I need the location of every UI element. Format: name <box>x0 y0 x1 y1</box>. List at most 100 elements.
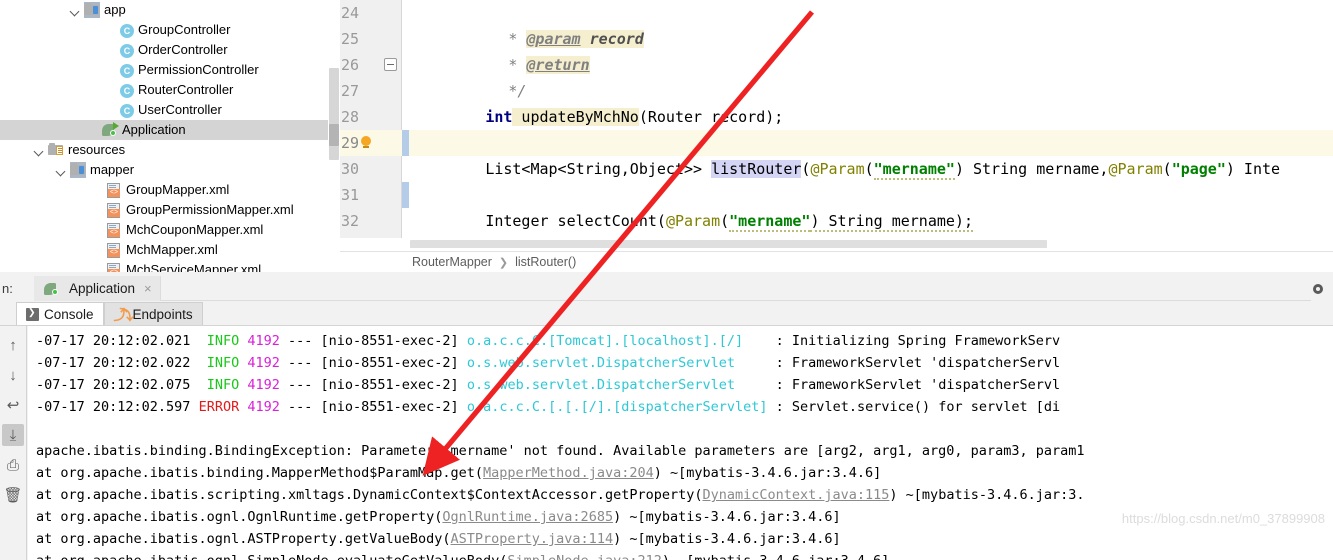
log-logger: o.a.c.c.C.[.[.[/].[dispatcherServlet] <box>466 399 776 415</box>
run-tool-window: n: Application × Console Endpoints ↑ ↓ ↩ <box>0 272 1333 560</box>
gear-icon[interactable] <box>1311 282 1325 296</box>
editor-hscrollbar-thumb[interactable] <box>410 240 1047 248</box>
folder-icon <box>84 2 100 18</box>
run-tab-application[interactable]: Application × <box>34 276 161 301</box>
tree-item-usercontroller[interactable]: C UserController <box>0 100 328 120</box>
tree-item-mchservicemapper-xml[interactable]: <> MchServiceMapper.xml <box>0 260 328 272</box>
stack-trace-source-link[interactable]: ASTProperty.java:114 <box>451 531 614 547</box>
clear-all-button[interactable]: 🗑 <box>2 484 24 506</box>
param-rest: ) String mername, <box>954 160 1109 178</box>
log-level: INFO <box>198 377 248 393</box>
line-number: 28 <box>340 108 359 126</box>
code-fold-icon[interactable] <box>384 58 397 71</box>
scroll-up-button[interactable]: ↑ <box>2 334 24 356</box>
tree-item-mapper[interactable]: mapper <box>0 160 328 180</box>
spring-boot-icon <box>102 122 119 138</box>
project-tree-scroll-thumb[interactable] <box>329 68 339 160</box>
print-button[interactable]: ⎙ <box>2 454 24 476</box>
stack-trace-line: at org.apache.ibatis.ognl.OgnlRuntime.ge… <box>36 506 841 528</box>
close-icon[interactable]: × <box>144 281 152 296</box>
tree-item-mchcouponmapper-xml[interactable]: <> MchCouponMapper.xml <box>0 220 328 240</box>
scroll-to-end-button[interactable]: ⤓ <box>2 424 24 446</box>
code-editor[interactable]: 24 25 26 27 28 29 30 31 32 * @param reco… <box>340 0 1333 248</box>
chevron-down-icon[interactable] <box>70 5 81 16</box>
stack-trace-jar-info: ) ~[mybatis-3.4.6.jar:3.4.6] <box>613 509 841 525</box>
tab-endpoints[interactable]: Endpoints <box>103 302 203 326</box>
tree-item-label: Application <box>122 122 186 137</box>
run-subtabs: Console Endpoints <box>16 301 203 326</box>
tree-item-groupmapper-xml[interactable]: <> GroupMapper.xml <box>0 180 328 200</box>
endpoints-icon <box>114 305 134 325</box>
xml-file-icon: <> <box>106 242 122 258</box>
paren: ( <box>864 160 874 178</box>
line-number: 30 <box>340 160 359 178</box>
chevron-down-icon[interactable] <box>56 165 67 176</box>
tree-item-routercontroller[interactable]: C RouterController <box>0 80 328 100</box>
param-rest: ) Inte <box>1225 160 1281 178</box>
code-text[interactable]: * @param record * @return */ int updateB… <box>409 0 1333 248</box>
project-tree-scrollbar[interactable] <box>328 0 340 272</box>
tree-item-label: GroupMapper.xml <box>126 182 230 197</box>
keyword-int: int <box>485 108 513 126</box>
console-output[interactable]: -07-17 20:12:02.021 INFO 4192 --- [nio-8… <box>28 326 1333 560</box>
stack-trace-line: at org.apache.ibatis.scripting.xmltags.D… <box>36 484 1085 506</box>
intention-bulb-icon[interactable] <box>360 136 372 150</box>
log-pid: 4192 <box>247 355 288 371</box>
stack-trace-text: apache.ibatis.binding.BindingException: … <box>36 443 1085 459</box>
console-log-line: -07-17 20:12:02.075 INFO 4192 --- [nio-8… <box>36 374 1060 396</box>
log-thread: [nio-8551-exec-2] <box>320 377 467 393</box>
line-number: 25 <box>340 30 359 48</box>
stack-trace-source-link[interactable]: DynamicContext.java:115 <box>702 487 889 503</box>
stack-trace-source-link[interactable]: SimpleNode.java:212 <box>507 553 661 560</box>
breadcrumb-class[interactable]: RouterMapper <box>412 255 492 269</box>
log-pid: 4192 <box>247 333 288 349</box>
tree-item-mchmapper-xml[interactable]: <> MchMapper.xml <box>0 240 328 260</box>
param-string-page: "page" <box>1171 160 1226 178</box>
log-level: INFO <box>198 333 248 349</box>
log-thread: [nio-8551-exec-2] <box>320 399 467 415</box>
project-tree-scroll-thumb-inner[interactable] <box>329 124 339 146</box>
tree-item-label: MchMapper.xml <box>126 242 218 257</box>
breadcrumb-method[interactable]: listRouter() <box>515 255 576 269</box>
log-level: INFO <box>198 355 248 371</box>
method-signature-rest: (Router record); <box>638 108 784 126</box>
tab-console[interactable]: Console <box>16 302 104 326</box>
run-window-label: n: <box>2 281 13 296</box>
breadcrumb[interactable]: RouterMapper ❯ listRouter() <box>340 251 1333 272</box>
log-pid: 4192 <box>247 399 288 415</box>
stack-trace-jar-info: ) ~[mybatis-3.4.6.jar:3.4.6] <box>653 465 882 481</box>
chevron-down-icon[interactable] <box>34 145 45 156</box>
method-selectcount: Integer selectCount( <box>485 212 666 230</box>
paren: ( <box>720 212 730 230</box>
log-logger: o.a.c.c.C.[Tomcat].[localhost].[/] <box>466 333 776 349</box>
tree-item-resources[interactable]: resources <box>0 140 328 160</box>
tree-item-ordercontroller[interactable]: C OrderController <box>0 40 328 60</box>
tree-item-app[interactable]: app <box>0 0 328 20</box>
project-tree[interactable]: app C GroupController C OrderController C Perm… <box>0 0 328 272</box>
breadcrumb-separator-icon: ❯ <box>498 256 509 269</box>
log-message: : Initializing Spring FrameworkServ <box>775 333 1061 349</box>
class-icon: C <box>120 63 134 78</box>
log-pid: 4192 <box>247 377 288 393</box>
tree-item-groupcontroller[interactable]: C GroupController <box>0 20 328 40</box>
stack-trace-line: at org.apache.ibatis.binding.MapperMetho… <box>36 462 881 484</box>
folder-icon <box>70 162 86 178</box>
stack-trace-source-link[interactable]: OgnlRuntime.java:2685 <box>442 509 613 525</box>
tree-item-permissioncontroller[interactable]: C PermissionController <box>0 60 328 80</box>
tree-item-label: PermissionController <box>138 62 259 77</box>
tree-item-grouppermissionmapper-xml[interactable]: <> GroupPermissionMapper.xml <box>0 200 328 220</box>
stack-trace-line: at org.apache.ibatis.ognl.SimpleNode.eva… <box>36 550 889 560</box>
soft-wrap-button[interactable]: ↩ <box>2 394 24 416</box>
method-name-update: updateByMchNo <box>512 108 639 126</box>
class-icon: C <box>120 43 134 58</box>
scroll-down-button[interactable]: ↓ <box>2 364 24 386</box>
tree-item-application[interactable]: Application <box>0 120 328 140</box>
log-timestamp: -07-17 20:12:02.075 <box>36 377 199 393</box>
stack-trace-source-link[interactable]: MapperMethod.java:204 <box>483 465 654 481</box>
tree-item-label: GroupController <box>138 22 231 37</box>
